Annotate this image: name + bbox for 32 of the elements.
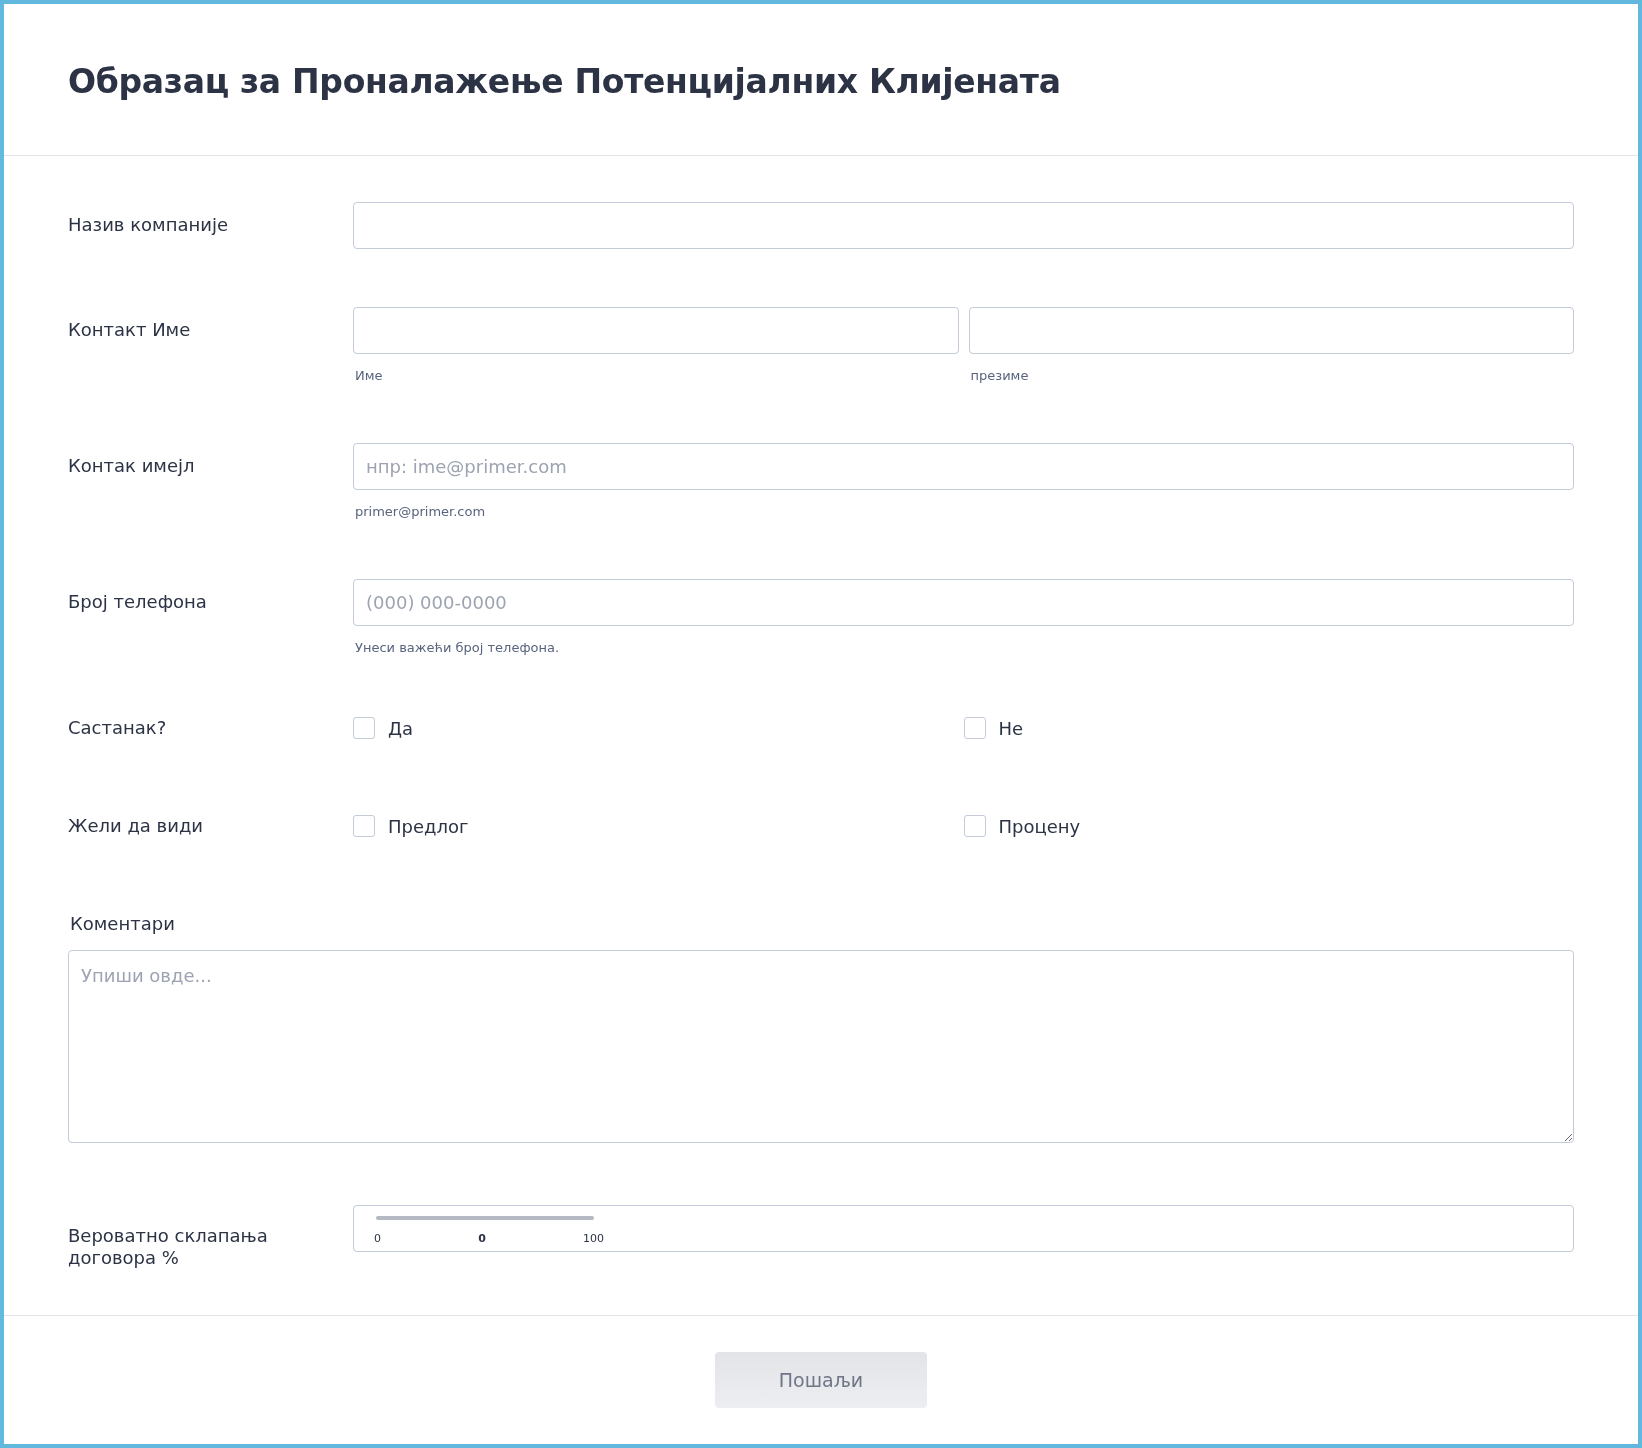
form-title: Образац за Проналажење Потенцијалних Клијената [68,62,1062,101]
field-label: Вероватно склапања договора % [68,1224,269,1269]
input-field[interactable] [353,202,1574,249]
option-label: Предлог [388,815,469,837]
option-label: Не [998,717,1024,739]
option-label: Да [388,717,414,739]
field-label: Жели да види [68,815,205,837]
checkbox[interactable] [353,815,375,837]
slider-max: 100 [583,1232,604,1245]
input-field[interactable]: нпр: ime@primer.com [353,443,1574,490]
field-hint: презиме [969,368,1030,383]
checkbox[interactable] [353,717,375,739]
input-field[interactable] [353,307,959,354]
field-label: Назив компаније [68,213,229,237]
slider-value: 0 [478,1232,486,1245]
field-label: Број телефона [68,590,208,614]
slider-track[interactable] [376,1216,594,1220]
field-label: Састанак? [68,717,168,739]
field-hint: primer@primer.com [354,504,487,519]
field-label: Контакт Име [68,318,192,342]
submit-button[interactable]: Пошаљи [715,1352,927,1408]
input-field[interactable] [968,307,1574,354]
slider-min: 0 [374,1232,381,1245]
field-hint: Унеси важећи број телефона. [354,640,561,655]
input-field[interactable]: (000) 000-0000 [353,579,1574,626]
comment-field[interactable]: Упиши овде... [68,950,1574,1143]
checkbox[interactable] [963,815,986,837]
field-hint: Име [354,368,384,383]
field-label: Коментари [70,913,176,934]
field-label: Контак имејл [68,454,196,478]
checkbox[interactable] [963,717,986,739]
option-label: Процену [998,815,1081,837]
